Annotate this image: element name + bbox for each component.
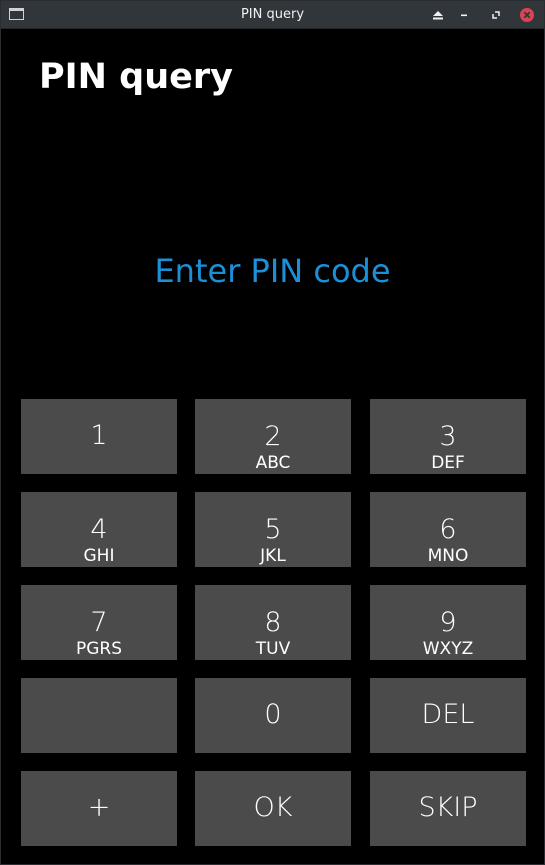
key-7[interactable]: 7 PGRS (21, 585, 177, 660)
keep-above-button[interactable] (429, 6, 447, 24)
key-7-label: 7 (90, 607, 108, 638)
delete-button[interactable]: DEL (370, 678, 526, 753)
title-bar[interactable]: PIN query (1, 1, 544, 29)
eject-icon (433, 11, 443, 20)
key-4-label: 4 (90, 514, 108, 545)
key-2-label: 2 (264, 421, 282, 452)
minimize-button[interactable] (455, 6, 473, 24)
delete-button-label: DEL (421, 699, 475, 730)
key-2[interactable]: 2 ABC (195, 399, 351, 474)
key-6[interactable]: 6 MNO (370, 492, 526, 567)
ok-button-label: OK (253, 792, 293, 823)
key-9[interactable]: 9 WXYZ (370, 585, 526, 660)
key-5[interactable]: 5 JKL (195, 492, 351, 567)
key-4[interactable]: 4 GHI (21, 492, 177, 567)
restore-icon (492, 11, 500, 19)
pin-query-window: PIN query PIN query Enter PIN code 1 2 A… (0, 0, 545, 865)
minimize-icon (461, 14, 467, 17)
key-0[interactable]: 0 (195, 678, 351, 753)
key-1-label: 1 (90, 420, 108, 451)
key-5-letters: JKL (260, 546, 286, 566)
key-6-letters: MNO (427, 546, 469, 566)
key-2-letters: ABC (255, 453, 291, 473)
key-1[interactable]: 1 (21, 399, 177, 474)
plus-button-label: + (87, 792, 111, 823)
plus-button[interactable]: + (21, 771, 177, 846)
key-4-letters: GHI (83, 546, 115, 566)
maximize-button[interactable] (487, 6, 505, 24)
close-icon (520, 8, 534, 22)
close-button[interactable] (518, 6, 536, 24)
skip-button-label: SKIP (418, 792, 478, 823)
key-8-letters: TUV (255, 639, 291, 659)
key-9-letters: WXYZ (422, 639, 474, 659)
pin-prompt: Enter PIN code (154, 252, 391, 290)
key-8[interactable]: 8 TUV (195, 585, 351, 660)
key-blank[interactable] (21, 678, 177, 753)
page-title: PIN query (39, 57, 233, 97)
skip-button[interactable]: SKIP (370, 771, 526, 846)
key-0-label: 0 (264, 699, 282, 730)
key-7-letters: PGRS (75, 639, 123, 659)
ok-button[interactable]: OK (195, 771, 351, 846)
key-8-label: 8 (264, 607, 282, 638)
key-9-label: 9 (439, 607, 457, 638)
key-3-letters: DEF (431, 453, 465, 473)
key-5-label: 5 (264, 514, 282, 545)
key-6-label: 6 (439, 514, 457, 545)
key-3[interactable]: 3 DEF (370, 399, 526, 474)
key-3-label: 3 (439, 421, 457, 452)
